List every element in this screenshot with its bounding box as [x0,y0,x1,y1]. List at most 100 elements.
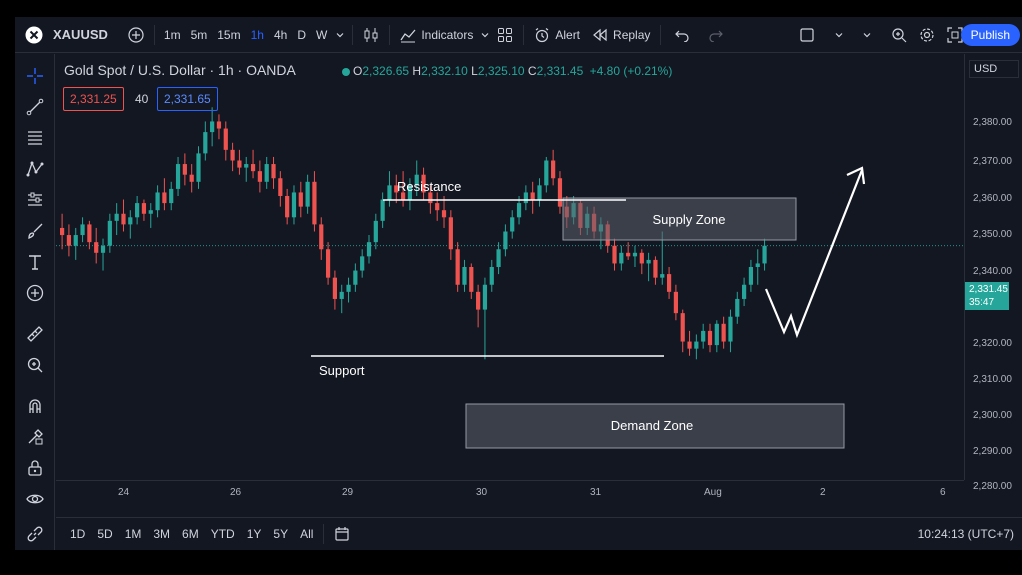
range-5d[interactable]: 5D [91,527,118,541]
time-label: 24 [118,487,130,498]
interval-15m[interactable]: 15m [212,17,245,53]
candle-body [728,316,733,342]
sell-price-button[interactable]: 2,331.25 [63,87,124,111]
candle-body [523,192,528,204]
chevron-down-icon[interactable] [821,17,857,53]
range-5y[interactable]: 5Y [267,527,294,541]
clock-timezone[interactable]: 10:24:13 (UTC+7) [918,527,1014,541]
zoom-in-icon[interactable] [25,355,45,375]
range-1m[interactable]: 1M [119,527,148,541]
candle-body [189,174,194,182]
pattern-icon[interactable] [25,159,45,179]
candle-body [169,188,174,204]
chevron-down-icon[interactable] [332,17,348,53]
link-icon[interactable] [25,524,45,544]
candle-body [735,298,740,317]
magnet-icon[interactable] [25,396,45,416]
price-label: 2,350.00 [973,229,1012,240]
interval-1h[interactable]: 1h [246,17,269,53]
symbol-logo-icon[interactable] [15,17,47,53]
candle-body [462,267,467,285]
range-all[interactable]: All [294,527,319,541]
candle-body [107,220,112,246]
ruler-icon[interactable] [25,324,45,344]
time-label: Aug [704,487,722,498]
interval-1m[interactable]: 1m [159,17,186,53]
forecast-icon[interactable] [25,190,45,210]
candle-body [100,245,106,253]
high-value: 2,332.10 [421,64,468,78]
buy-price-button[interactable]: 2,331.65 [157,87,218,111]
divider [523,24,525,45]
time-label: 29 [342,487,354,498]
candle-body [694,341,699,349]
publish-button[interactable]: Publish [960,24,1020,46]
time-label: 31 [590,487,602,498]
candle-body [448,217,453,250]
currency-selector[interactable]: USD [969,60,1019,78]
text-tool-icon[interactable] [25,252,45,272]
gear-icon[interactable] [913,17,941,53]
candle-body [325,249,331,278]
candle-body [271,164,276,179]
eye-icon[interactable] [25,489,45,509]
candle-body [360,256,365,271]
candle-body [476,291,481,310]
interval-4h[interactable]: 4h [269,17,292,53]
chevron-down-icon[interactable] [479,17,491,53]
interval-d[interactable]: D [292,17,311,53]
candle-body [196,153,201,182]
chevron-down-icon[interactable] [857,17,877,53]
divider [153,24,155,45]
candle-body [469,267,474,292]
replay-button[interactable]: Replay [586,17,656,53]
candles-icon[interactable] [357,17,385,53]
quick-search-icon[interactable] [885,17,913,53]
low-label: L [471,64,478,78]
chart-pane[interactable]: Supply Zone Demand Zone Resistance Suppo… [56,54,964,480]
trend-line-icon[interactable] [25,97,45,117]
range-3m[interactable]: 3M [147,527,176,541]
undo-icon[interactable] [665,17,699,53]
price-label: 2,310.00 [973,374,1012,385]
indicators-button[interactable]: Indicators [394,17,479,53]
open-value: 2,326.65 [362,64,410,78]
range-1y[interactable]: 1Y [241,527,268,541]
candle-body [182,164,187,175]
price-label: 2,360.00 [973,193,1012,204]
layout-square-icon[interactable] [793,17,821,53]
lock-icon[interactable] [25,458,45,478]
candle-body [141,203,147,214]
candle-body [619,252,624,264]
range-ytd[interactable]: YTD [205,527,241,541]
range-1d[interactable]: 1D [64,527,91,541]
projection-path[interactable] [764,169,864,339]
alarm-clock-icon [535,27,549,42]
candle-body [114,213,119,221]
projection-arrowhead [846,166,866,185]
layout-grid-icon[interactable] [491,17,519,53]
interval-5m[interactable]: 5m [186,17,213,53]
replay-icon [593,28,607,41]
compare-add-icon[interactable] [122,17,150,53]
date-range-icon[interactable] [328,518,356,551]
redo-icon[interactable] [699,17,733,53]
brush-icon[interactable] [25,221,45,241]
candle-body [646,259,651,264]
add-circle-icon[interactable] [25,283,45,303]
price-axis[interactable]: USD 2,380.00 2,370.00 2,360.00 2,350.00 … [964,54,1022,492]
candle-body [230,149,235,161]
market-status-dot [342,68,350,76]
open-label: O [353,64,363,78]
fib-retracement-icon[interactable] [25,128,45,148]
candle-body [748,267,754,285]
lock-drawings-icon[interactable] [25,427,45,447]
symbol-search[interactable]: XAUUSD [47,17,122,53]
crosshair-icon[interactable] [25,66,45,86]
interval-w[interactable]: W [311,17,332,53]
alert-button[interactable]: Alert [528,17,586,53]
time-axis[interactable]: 24 26 29 30 31 Aug 2 6 [56,480,964,506]
range-6m[interactable]: 6M [176,527,205,541]
candle-body [66,235,72,246]
price-chart[interactable]: Supply Zone Demand Zone Resistance Suppo… [56,54,964,480]
